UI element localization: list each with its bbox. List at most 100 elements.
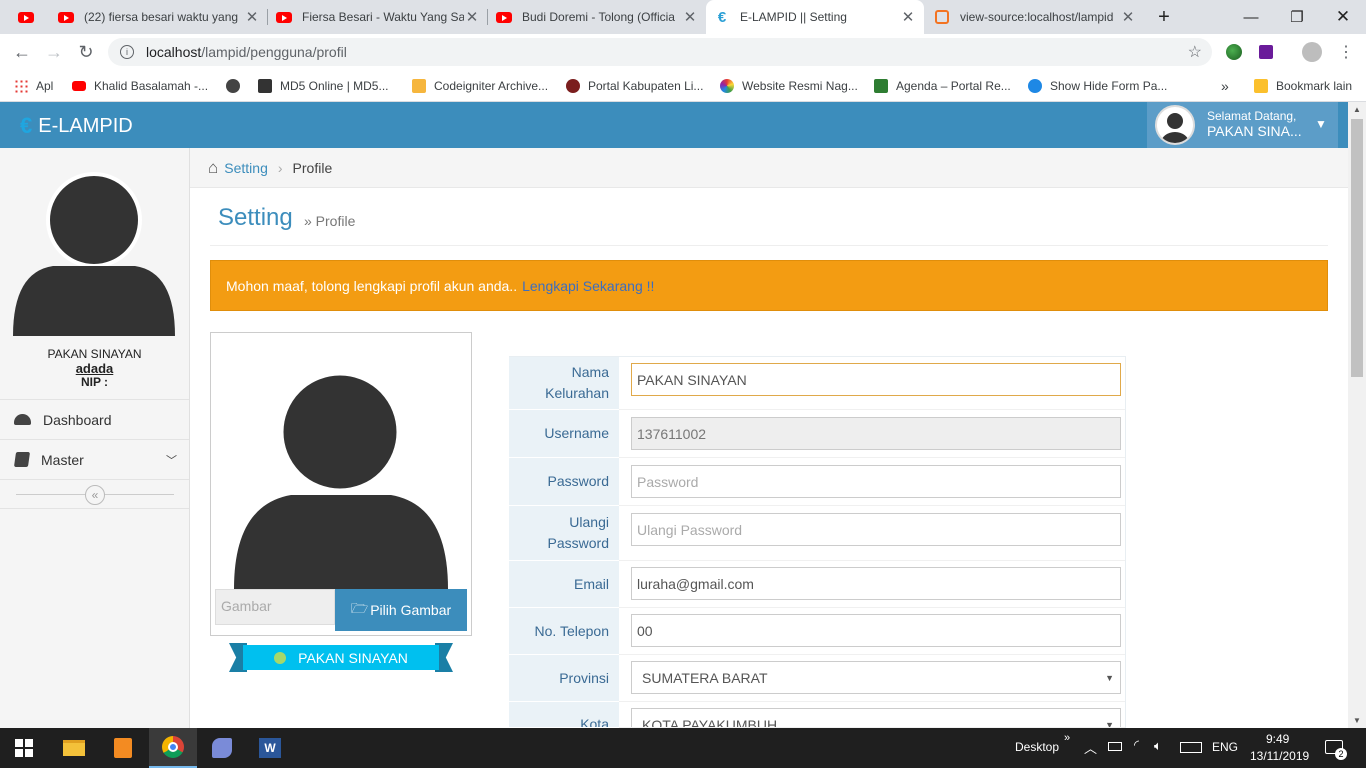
tab-elampid-active[interactable]: € E-LAMPID || Setting ✕ (706, 0, 924, 34)
email-input[interactable] (631, 567, 1121, 600)
password-input[interactable] (631, 465, 1121, 498)
sidebar-item-label: Master (41, 451, 84, 468)
extension-globe-icon[interactable] (1222, 40, 1246, 64)
close-icon[interactable]: ✕ (1120, 8, 1136, 26)
ribbon-band: PAKAN SINAYAN (243, 645, 439, 670)
close-icon[interactable]: ✕ (244, 8, 260, 26)
profile-avatar-icon[interactable] (1300, 40, 1324, 64)
elampid-logo-icon: € (20, 113, 33, 138)
taskbar-app-dolphin[interactable] (198, 728, 246, 768)
bookmark-globe[interactable] (226, 77, 248, 95)
taskbar-sublime[interactable] (99, 728, 147, 768)
bookmark-agenda[interactable]: Agenda – Portal Re... (874, 77, 1011, 95)
close-icon[interactable]: ✕ (682, 8, 698, 26)
tab-youtube-2[interactable]: Fiersa Besari - Waktu Yang Sa ✕ (268, 0, 488, 34)
menu-kebab-icon[interactable]: ⋮ (1334, 40, 1358, 64)
extension-icon[interactable] (1254, 40, 1278, 64)
tab-youtube-1[interactable]: (22) fiersa besari waktu yang ✕ (50, 0, 268, 34)
url-bar[interactable]: i localhost/lampid/pengguna/profil ☆ (108, 38, 1212, 66)
tab-youtube-pinned[interactable] (10, 0, 50, 34)
bookmark-codeigniter[interactable]: Codeigniter Archive... (412, 77, 548, 95)
scroll-up-arrow[interactable]: ▲ (1353, 105, 1361, 114)
user-menu[interactable]: Selamat Datang, PAKAN SINA... ▼ (1147, 102, 1338, 148)
wifi-icon[interactable]: ◜ (1134, 737, 1139, 753)
flower-icon (720, 79, 734, 93)
language-indicator[interactable]: ENG (1212, 740, 1238, 754)
taskbar-file-explorer[interactable] (50, 728, 98, 768)
word-icon: W (259, 738, 281, 758)
provinsi-select[interactable]: SUMATERA BARAT ▼ (631, 661, 1121, 694)
kota-cell: KOTA PAYAKUMBUH ▼ (619, 702, 1125, 728)
warning-alert: Mohon maaf, tolong lengkapi profil akun … (210, 260, 1328, 311)
kota-select[interactable]: KOTA PAYAKUMBUH ▼ (631, 708, 1121, 727)
scroll-thumb[interactable] (1351, 119, 1363, 377)
ulangi-password-label: Ulangi Password (509, 506, 619, 561)
nama-input[interactable] (631, 363, 1121, 396)
provinsi-label: Provinsi (509, 655, 619, 702)
page-scrollbar[interactable]: ▲ ▼ (1348, 102, 1366, 728)
minimize-button[interactable]: — (1228, 0, 1274, 34)
tab-view-source[interactable]: view-source:localhost/lampid ✕ (926, 0, 1144, 34)
keyboard-icon[interactable] (1180, 742, 1202, 753)
toolbar-expand-icon[interactable]: » (1064, 732, 1070, 744)
close-icon[interactable]: ✕ (464, 8, 480, 26)
sidebar-user-role[interactable]: adada (0, 361, 189, 376)
telepon-input[interactable] (631, 614, 1121, 647)
bookmark-show-hide[interactable]: Show Hide Form Pa... (1028, 77, 1167, 95)
forward-button[interactable]: → (42, 40, 66, 64)
reload-button[interactable]: ↻ (74, 40, 98, 64)
choose-image-button[interactable]: 🗁 Pilih Gambar (335, 589, 467, 631)
brand-name: E-LAMPID (38, 114, 133, 137)
close-icon[interactable]: ✕ (900, 8, 916, 26)
avatar (1155, 105, 1195, 145)
new-tab-button[interactable]: + (1149, 0, 1179, 34)
breadcrumb-separator: › (277, 159, 283, 176)
battery-icon[interactable] (1108, 742, 1122, 751)
bookmark-portal-kabupaten[interactable]: Portal Kabupaten Li... (566, 77, 703, 95)
sidebar-collapse-row: « (0, 479, 189, 509)
info-icon[interactable]: i (120, 45, 134, 59)
username-input[interactable] (631, 417, 1121, 450)
app-header: € E-LAMPID Selamat Datang, PAKAN SINA...… (0, 102, 1348, 148)
bookmark-md5[interactable]: MD5 Online | MD5... (258, 77, 388, 95)
show-hidden-icons[interactable]: ︿ (1084, 738, 1097, 757)
star-icon[interactable]: ☆ (1188, 42, 1202, 62)
ulangi-password-input[interactable] (631, 513, 1121, 546)
collapse-sidebar-icon[interactable]: « (85, 485, 105, 505)
file-name-field[interactable]: Gambar (215, 589, 335, 625)
start-button[interactable] (0, 728, 48, 768)
apps-grid-icon (14, 79, 28, 93)
tab-title: (22) fiersa besari waktu yang (84, 10, 239, 24)
scroll-down-arrow[interactable]: ▼ (1353, 716, 1361, 725)
tab-youtube-3[interactable]: Budi Doremi - Tolong (Officia ✕ (488, 0, 706, 34)
taskbar-chrome[interactable] (149, 728, 197, 768)
photo-panel: Gambar 🗁 Pilih Gambar (210, 332, 472, 636)
breadcrumb-setting[interactable]: Setting (224, 160, 268, 176)
telepon-label: No. Telepon (509, 608, 619, 655)
bookmark-apps[interactable]: Apl (14, 77, 53, 95)
ulangi-password-cell (619, 506, 1125, 561)
back-button[interactable]: ← (10, 40, 34, 64)
volume-icon[interactable]: 🔈︎ (1154, 738, 1162, 754)
ribbon-name: PAKAN SINAYAN (298, 649, 408, 666)
clock-date[interactable]: 13/11/2019 (1250, 749, 1309, 763)
sidebar-item-master[interactable]: Master ﹀ (0, 439, 189, 479)
link-icon (1028, 79, 1042, 93)
telepon-cell (619, 608, 1125, 655)
bookmarks-overflow-button[interactable]: » (1221, 77, 1229, 95)
desktop-toolbar[interactable]: Desktop (1015, 740, 1059, 754)
alert-link[interactable]: Lengkapi Sekarang !! (522, 278, 654, 294)
taskbar-word[interactable]: W (246, 728, 294, 768)
sidebar: PAKAN SINAYAN adada NIP : Dashboard Mast… (0, 148, 190, 728)
brand[interactable]: € E-LAMPID (20, 113, 133, 139)
bookmark-other[interactable]: Bookmark lain (1254, 77, 1352, 95)
url-path: /lampid/pengguna/profil (201, 44, 347, 60)
window-close-button[interactable]: ✕ (1320, 0, 1366, 34)
profile-photo (231, 369, 451, 589)
bookmark-khalid[interactable]: Khalid Basalamah -... (72, 77, 208, 95)
clock-time[interactable]: 9:49 (1266, 732, 1289, 746)
bookmark-website-resmi[interactable]: Website Resmi Nag... (720, 77, 858, 95)
folder-open-icon: 🗁 (350, 600, 369, 616)
sidebar-item-dashboard[interactable]: Dashboard (0, 399, 189, 439)
restore-button[interactable]: ❐ (1274, 0, 1320, 34)
